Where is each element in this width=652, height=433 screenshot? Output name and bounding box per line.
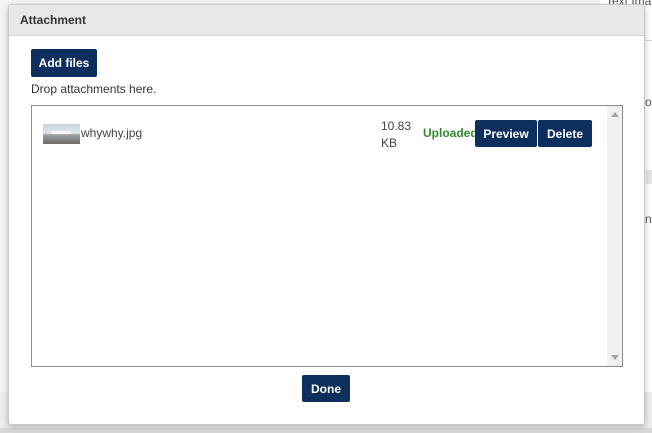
drop-zone-hint: Drop attachments here. <box>31 82 157 96</box>
thumbnail-airplane-image <box>51 131 71 134</box>
background-footer-edge <box>0 428 652 433</box>
vertical-scrollbar[interactable] <box>607 106 622 366</box>
upload-status: Uploaded <box>423 126 478 140</box>
dialog-title: Attachment <box>20 13 87 27</box>
attachment-list[interactable]: whywhy.jpg 10.83 KB Uploaded Preview Del… <box>31 105 623 367</box>
file-size-unit: KB <box>381 136 398 150</box>
scroll-up-icon[interactable] <box>611 112 619 117</box>
background-divider <box>646 40 652 41</box>
scroll-down-icon[interactable] <box>611 355 619 360</box>
file-thumbnail <box>43 124 80 144</box>
file-name: whywhy.jpg <box>81 126 143 140</box>
list-item: whywhy.jpg 10.83 KB Uploaded Preview Del… <box>32 106 607 161</box>
done-button[interactable]: Done <box>302 375 350 402</box>
delete-button[interactable]: Delete <box>538 120 592 147</box>
preview-button[interactable]: Preview <box>475 120 537 147</box>
background-text-fragment: ot <box>645 95 652 109</box>
attachment-dialog: Attachment Add files Drop attachments he… <box>8 4 645 425</box>
background-text-fragment: n <box>645 212 652 226</box>
file-size: 10.83 KB <box>381 118 421 152</box>
file-size-value: 10.83 <box>381 119 412 133</box>
background-divider <box>646 170 652 184</box>
dialog-header: Attachment <box>9 5 644 36</box>
add-files-button[interactable]: Add files <box>31 49 97 77</box>
